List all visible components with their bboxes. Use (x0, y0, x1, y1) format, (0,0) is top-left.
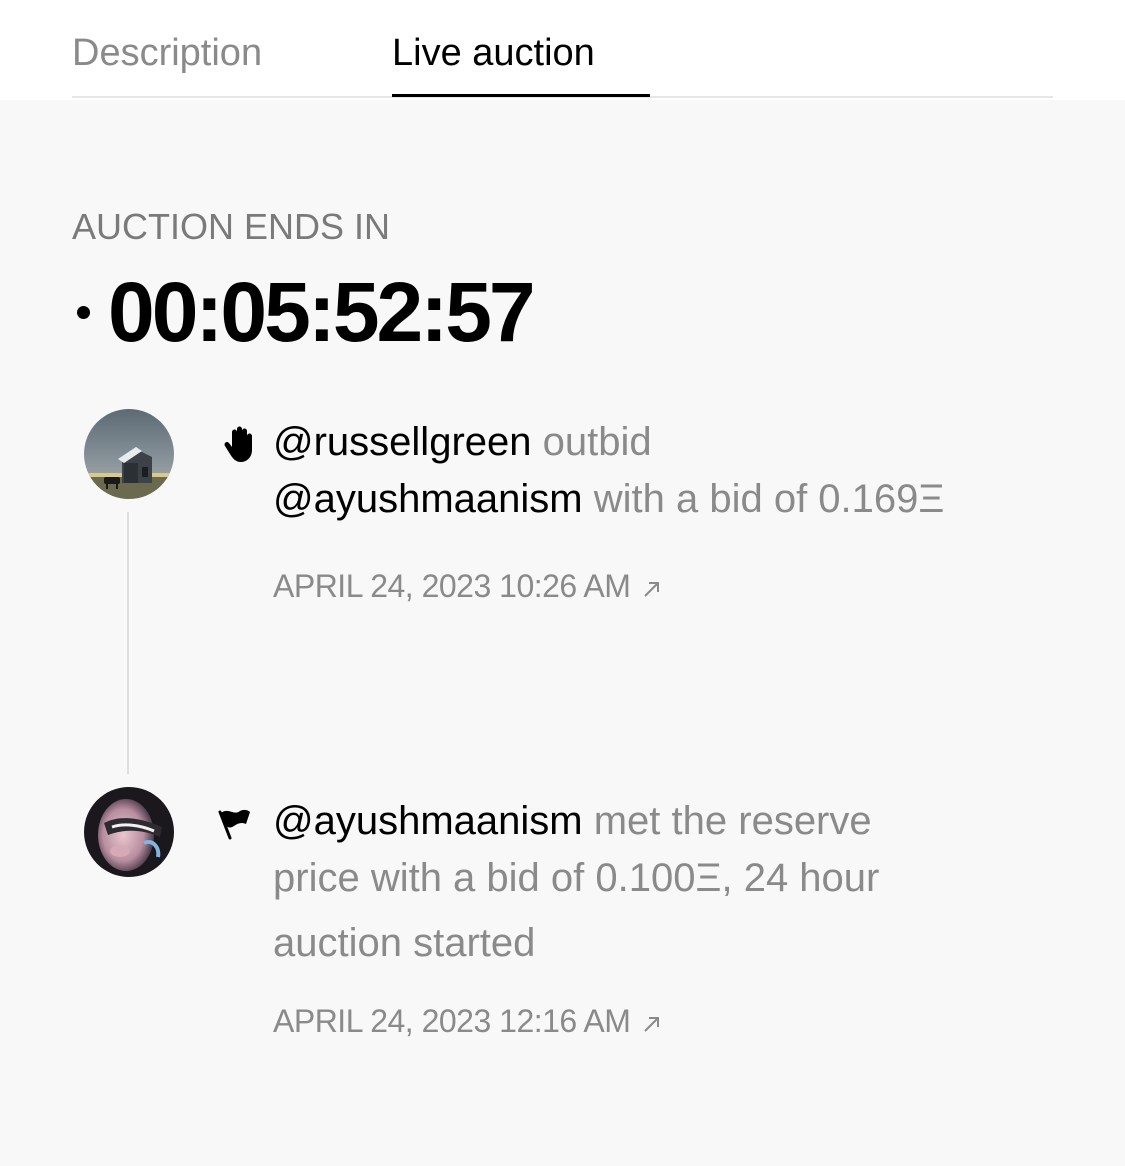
timeline-connector (127, 512, 129, 774)
bidder-username[interactable]: @ayushmaanism (273, 799, 583, 843)
bidder-username[interactable]: @russellgreen (273, 420, 532, 464)
timestamp-text: APRIL 24, 2023 10:26 AM (273, 568, 631, 604)
tab-bar: Description Live auction (0, 0, 1125, 100)
outbid-username[interactable]: @ayushmaanism (273, 477, 583, 521)
event-text-line: price with a bid of 0.100Ξ, 24 hour (273, 856, 880, 900)
event-text-line: @ayushmaanism with a bid of 0.169Ξ (273, 471, 944, 527)
event-timestamp-link[interactable]: APRIL 24, 2023 10:26 AM (273, 566, 664, 606)
event-action: outbid (542, 420, 652, 464)
flag-icon (218, 809, 250, 840)
event-text-line: @russellgreen outbid (273, 414, 652, 470)
auction-ends-label: AUCTION ENDS IN (72, 206, 391, 247)
active-tab-indicator (392, 94, 650, 97)
event-timestamp-link[interactable]: APRIL 24, 2023 12:16 AM (273, 1001, 664, 1041)
event-action: met the reserve (593, 799, 872, 843)
bid-detail: with a bid of 0.169Ξ (593, 477, 945, 521)
tab-live-auction[interactable]: Live auction (392, 30, 595, 76)
timestamp-text: APRIL 24, 2023 12:16 AM (273, 1003, 631, 1039)
event-text-line: auction started (273, 921, 536, 965)
event-text-line: @ayushmaanism met the reserve (273, 793, 872, 849)
external-link-arrow-icon (644, 581, 660, 597)
auction-countdown: 00:05:52:57 (108, 265, 536, 359)
tab-description[interactable]: Description (72, 30, 262, 76)
external-link-arrow-icon (644, 1016, 660, 1032)
avatar-ayushmaanism[interactable] (84, 787, 174, 877)
raised-hand-icon (224, 426, 252, 462)
live-indicator-dot (77, 306, 90, 319)
avatar-russellgreen[interactable] (84, 409, 174, 499)
